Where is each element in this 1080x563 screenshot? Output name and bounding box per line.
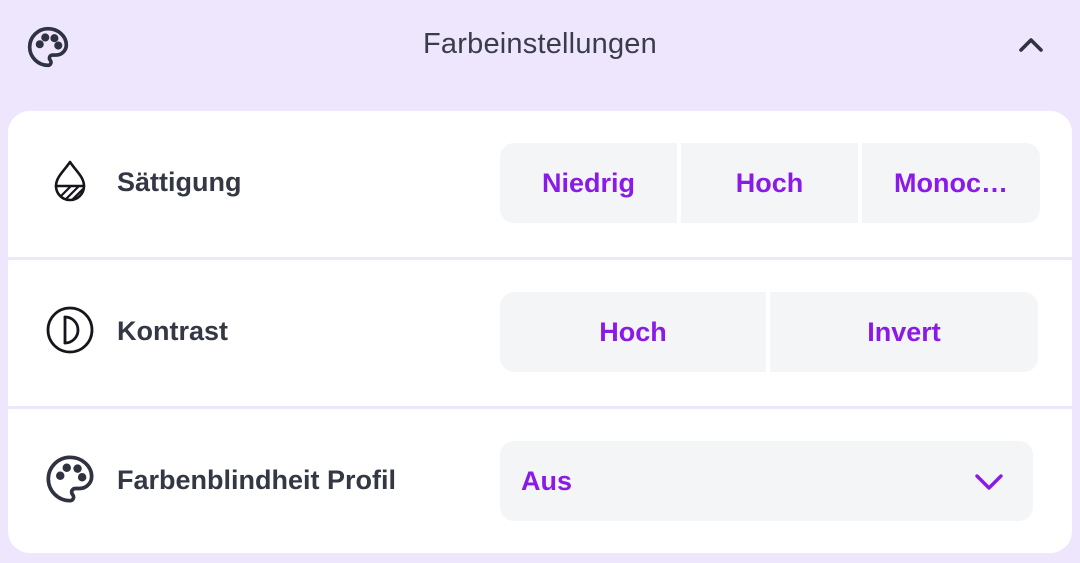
colorblind-profile-label: Farbenblindheit Profil (117, 465, 397, 495)
saturation-options: Niedrig Hoch Monoc… (500, 143, 1040, 223)
chevron-up-icon (1016, 35, 1046, 60)
saturation-row: Sättigung Niedrig Hoch Monoc… (8, 111, 1072, 257)
saturation-monochrome-button[interactable]: Monoc… (862, 143, 1040, 223)
colorblind-profile-row: Farbenblindheit Profil Aus (8, 409, 1072, 553)
saturation-high-button[interactable]: Hoch (681, 143, 858, 223)
settings-card: Sättigung Niedrig Hoch Monoc… Kontrast H… (8, 111, 1072, 553)
droplet-half-icon (44, 155, 96, 207)
panel-header[interactable]: Farbeinstellungen (0, 0, 1080, 100)
panel-title: Farbeinstellungen (423, 28, 657, 60)
chevron-down-icon (972, 466, 1006, 496)
contrast-row: Kontrast Hoch Invert (8, 260, 1072, 406)
contrast-invert-button[interactable]: Invert (770, 292, 1038, 372)
contrast-icon (44, 304, 96, 356)
saturation-low-button[interactable]: Niedrig (500, 143, 677, 223)
contrast-options: Hoch Invert (500, 292, 1038, 372)
contrast-label: Kontrast (117, 316, 229, 346)
colorblind-profile-select[interactable]: Aus (500, 441, 1033, 521)
saturation-label: Sättigung (117, 167, 242, 197)
contrast-high-button[interactable]: Hoch (500, 292, 766, 372)
palette-icon (44, 453, 96, 505)
collapse-button[interactable] (1012, 28, 1050, 66)
select-value: Aus (521, 466, 573, 496)
color-settings-panel: Farbeinstellungen Sättigung Niedrig Hoch… (0, 0, 1080, 563)
